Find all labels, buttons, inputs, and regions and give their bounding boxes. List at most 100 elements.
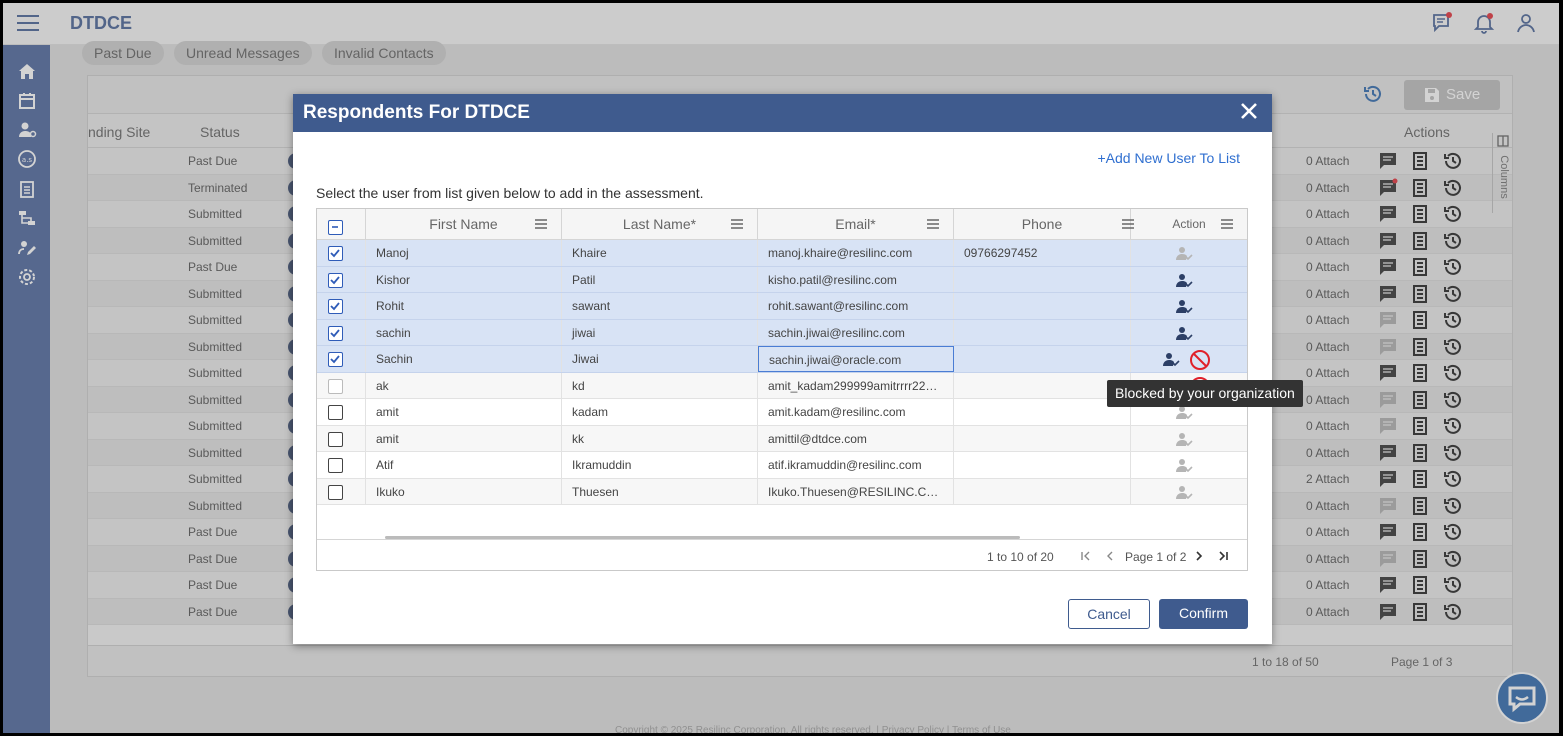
column-menu-icon[interactable] [1221,219,1233,229]
first-name-cell: amit [366,399,562,425]
email-cell[interactable]: Ikuko.Thuesen@RESILINC.COM [758,478,954,504]
previous-page-icon[interactable] [1104,550,1116,562]
last-name-cell: Ikramuddin [562,452,758,478]
respondents-pagination: 1 to 10 of 20 Page 1 of 2 [317,539,1247,570]
email-cell[interactable]: manoj.khaire@resilinc.com [758,240,954,266]
email-cell[interactable]: sachin.jiwai@resilinc.com [758,319,954,345]
close-icon[interactable] [1238,100,1260,122]
row-checkbox [328,378,343,394]
respondent-row[interactable]: Ikuko Thuesen Ikuko.Thuesen@RESILINC.COM [317,478,1247,505]
email-cell[interactable]: kisho.patil@resilinc.com [758,266,954,292]
page-indicator: Page 1 of 2 [1125,550,1187,564]
header-email[interactable]: Email* [758,209,954,240]
first-name-cell: sachin [366,319,562,345]
next-page-icon[interactable] [1193,550,1205,562]
add-respondent-icon [1176,459,1193,473]
last-name-cell: kk [562,425,758,451]
header-last-name[interactable]: Last Name* [562,209,758,240]
add-respondent-icon [1176,247,1193,261]
last-page-icon[interactable] [1217,550,1229,562]
phone-cell [954,399,1131,425]
add-new-user-link[interactable]: +Add New User To List [1097,150,1240,166]
row-select-cell [317,478,366,504]
respondents-grid-header: First Name Last Name* Email* Phone Actio… [317,209,1247,240]
last-name-cell: kadam [562,399,758,425]
row-checkbox[interactable] [328,405,343,420]
respondent-row[interactable]: amit kk amittil@dtdce.com [317,425,1247,452]
add-respondent-icon[interactable] [1160,350,1182,368]
phone-cell [954,346,1131,372]
first-name-cell: Sachin [366,346,562,372]
phone-cell: 09766297452 [954,240,1131,266]
blocked-tooltip: Blocked by your organization [1107,380,1303,407]
first-name-cell: Manoj [366,240,562,266]
last-name-cell: Khaire [562,240,758,266]
row-checkbox[interactable] [328,431,343,447]
header-phone[interactable]: Phone [954,209,1134,240]
row-checkbox[interactable] [328,299,343,314]
column-menu-icon[interactable] [535,219,547,229]
respondent-row[interactable]: Manoj Khaire manoj.khaire@resilinc.com 0976… [317,240,1247,267]
row-select-cell [317,346,366,372]
add-respondent-icon[interactable] [1173,297,1195,315]
respondent-row[interactable]: Rohit sawant rohit.sawant@resilinc.com [317,293,1247,320]
respondent-row[interactable]: Sachin Jiwai sachin.jiwai@oracle.com [317,346,1247,373]
phone-cell [954,293,1131,319]
last-name-cell: kd [562,372,758,398]
row-checkbox[interactable] [328,484,343,500]
row-checkbox[interactable] [328,458,343,473]
email-cell[interactable]: amit_kadam299999amitrrrr22e… [758,372,954,398]
header-select-all [317,209,366,240]
email-cell[interactable]: atif.ikramuddin@resilinc.com [758,452,954,478]
add-respondent-icon [1176,432,1193,446]
last-name-cell: Jiwai [562,346,758,372]
app-frame: DTDCE a.s Past Due Unread Messages Inval… [3,3,1559,733]
header-action[interactable]: Action [1131,209,1247,240]
row-select-cell [317,266,366,292]
column-menu-icon[interactable] [731,219,743,229]
respondent-row[interactable]: sachin jiwai sachin.jiwai@resilinc.com [317,319,1247,346]
add-respondent-icon[interactable] [1173,324,1195,342]
header-first-name[interactable]: First Name [366,209,562,240]
phone-cell [954,266,1131,292]
last-name-cell: Thuesen [562,478,758,504]
row-checkbox[interactable] [328,272,343,288]
confirm-button[interactable]: Confirm [1159,599,1248,629]
last-name-cell: jiwai [562,319,758,345]
cancel-button[interactable]: Cancel [1068,599,1150,629]
action-cell [1131,240,1247,266]
action-cell [1131,479,1247,505]
last-name-cell: sawant [562,293,758,319]
first-name-cell: Rohit [366,293,562,319]
respondent-row[interactable]: Kishor Patil kisho.patil@resilinc.com [317,266,1247,293]
row-checkbox[interactable] [328,246,343,261]
add-respondent-icon[interactable] [1173,271,1195,289]
action-cell [1131,267,1247,293]
action-cell [1131,346,1247,372]
phone-cell [954,319,1131,345]
row-checkbox[interactable] [328,352,343,367]
action-cell [1131,320,1247,346]
last-name-cell: Patil [562,266,758,292]
modal-header: Respondents For DTDCE [293,94,1272,132]
respondent-row[interactable]: Atif Ikramuddin atif.ikramuddin@resilinc.c… [317,452,1247,479]
select-all-checkbox[interactable] [328,220,343,235]
phone-cell [954,478,1131,504]
column-menu-icon[interactable] [927,219,939,229]
email-cell[interactable]: rohit.sawant@resilinc.com [758,293,954,319]
phone-cell [954,425,1131,451]
row-checkbox[interactable] [328,325,343,341]
first-name-cell: ak [366,372,562,398]
email-cell[interactable]: amittil@dtdce.com [758,425,954,451]
email-cell[interactable]: amit.kadam@resilinc.com [758,399,954,425]
respondents-modal: Respondents For DTDCE +Add New User To L… [293,94,1272,644]
row-select-cell [317,425,366,451]
page-range-text: 1 to 10 of 20 [987,550,1054,564]
email-cell[interactable]: sachin.jiwai@oracle.com [758,346,954,372]
row-select-cell [317,452,366,478]
row-select-cell [317,293,366,319]
first-page-icon[interactable] [1080,550,1092,562]
row-select-cell [317,319,366,345]
blocked-icon[interactable] [1189,349,1211,371]
modal-title: Respondents For DTDCE [303,102,530,123]
